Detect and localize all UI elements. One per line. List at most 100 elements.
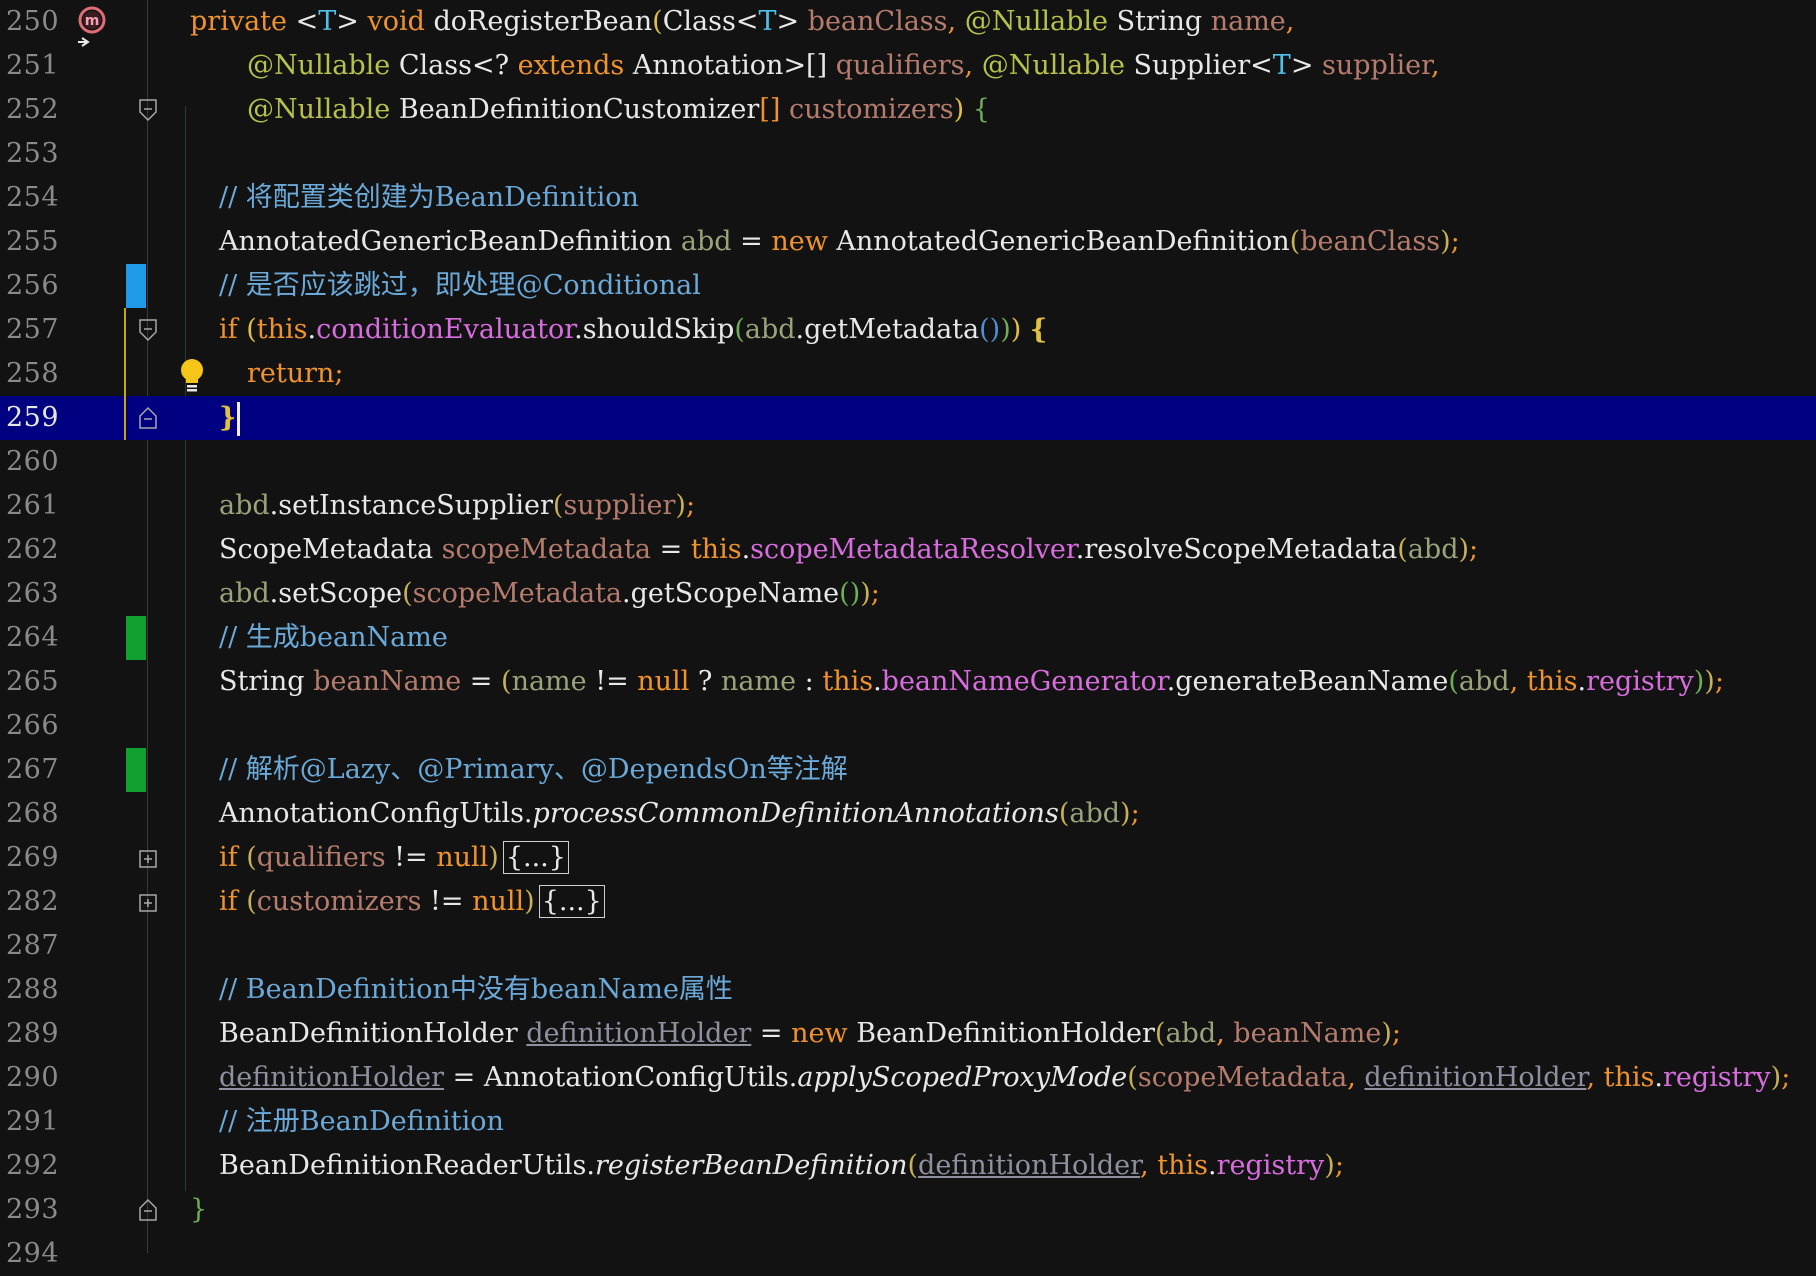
code-line[interactable]: 287 [0, 924, 1816, 968]
folded-block[interactable]: {...} [538, 885, 605, 918]
token: < [1250, 50, 1273, 81]
code-line[interactable]: 267 // 解析@Lazy、@Primary、@DependsOn等注解 [0, 748, 1816, 792]
code-text[interactable]: String beanName = (name != null ? name :… [219, 660, 1724, 704]
code-text[interactable]: if (this.conditionEvaluator.shouldSkip(a… [219, 308, 1047, 352]
code-line[interactable]: 265 String beanName = (name != null ? na… [0, 660, 1816, 704]
code-line[interactable]: 268 AnnotationConfigUtils.processCommonD… [0, 792, 1816, 836]
token: ) [1704, 666, 1715, 697]
code-text[interactable]: } [190, 1188, 207, 1232]
intention-bulb-icon[interactable] [178, 358, 206, 394]
token: Supplier [1124, 50, 1251, 81]
code-text[interactable]: abd.setInstanceSupplier(supplier); [219, 484, 695, 528]
token: . [1208, 1150, 1217, 1181]
code-line[interactable]: 260 [0, 440, 1816, 484]
token: > [1290, 50, 1323, 81]
token: < [735, 6, 759, 37]
code-line[interactable]: 263 abd.setScope(scopeMetadata.getScopeN… [0, 572, 1816, 616]
code-text[interactable]: AnnotatedGenericBeanDefinition abd = new… [219, 220, 1460, 264]
code-text[interactable]: @Nullable BeanDefinitionCustomizer[] cus… [247, 88, 990, 132]
code-line[interactable]: 255 AnnotatedGenericBeanDefinition abd =… [0, 220, 1816, 264]
token: .setScope [269, 578, 403, 609]
code-text[interactable]: if (customizers != null) {...} [219, 880, 605, 924]
vcs-added-marker[interactable] [126, 616, 146, 660]
token: BeanDefinitionReaderUtils. [219, 1150, 595, 1181]
token: ( [652, 6, 663, 37]
code-line[interactable]: 291 // 注册BeanDefinition [0, 1100, 1816, 1144]
token: customizers [788, 94, 954, 125]
token: ; [1714, 666, 1724, 697]
code-line[interactable]: 290 definitionHolder = AnnotationConfigU… [0, 1056, 1816, 1100]
code-line[interactable]: 262 ScopeMetadata scopeMetadata = this.s… [0, 528, 1816, 572]
code-line[interactable]: 289 BeanDefinitionHolder definitionHolde… [0, 1012, 1816, 1056]
code-text[interactable]: // 注册BeanDefinition [219, 1100, 504, 1144]
token: ( [237, 886, 257, 917]
token: } [219, 402, 237, 433]
code-line[interactable]: 251 @Nullable Class<? extends Annotation… [0, 44, 1816, 88]
code-text[interactable]: ScopeMetadata scopeMetadata = this.scope… [219, 528, 1478, 572]
current-line[interactable]: 259 } [0, 396, 1816, 440]
line-number: 259 [6, 402, 60, 433]
token: != [421, 886, 473, 917]
code-text[interactable]: AnnotationConfigUtils.processCommonDefin… [219, 792, 1140, 836]
token: ) [675, 490, 686, 521]
code-editor[interactable]: 250 private <T> void doRegisterBean(Clas… [0, 0, 1816, 1269]
code-text[interactable]: BeanDefinitionReaderUtils.registerBeanDe… [219, 1144, 1344, 1188]
code-text[interactable]: // 将配置类创建为BeanDefinition [219, 176, 639, 220]
token: , [1285, 6, 1295, 37]
token: if [219, 842, 238, 873]
expand-fold-icon[interactable] [138, 848, 158, 872]
fold-end-icon[interactable] [138, 406, 158, 430]
token: String [1107, 6, 1211, 37]
vcs-modified-marker[interactable] [126, 264, 146, 308]
token: null [637, 666, 690, 697]
token: <? [471, 50, 518, 81]
token: () [839, 578, 861, 609]
token: ) [860, 578, 871, 609]
code-line[interactable]: 261 abd.setInstanceSupplier(supplier); [0, 484, 1816, 528]
code-line[interactable]: 266 [0, 704, 1816, 748]
code-text[interactable]: BeanDefinitionHolder definitionHolder = … [219, 1012, 1401, 1056]
code-text[interactable]: @Nullable Class<? extends Annotation>[] … [247, 44, 1440, 88]
code-line[interactable]: 252 @Nullable BeanDefinitionCustomizer[]… [0, 88, 1816, 132]
code-line[interactable]: 292 BeanDefinitionReaderUtils.registerBe… [0, 1144, 1816, 1188]
code-text[interactable]: if (qualifiers != null) {...} [219, 836, 569, 880]
code-line[interactable]: 264 // 生成beanName [0, 616, 1816, 660]
token: doRegisterBean [424, 6, 653, 37]
line-number: 251 [6, 50, 60, 81]
code-line[interactable]: 282 if (customizers != null) {...} [0, 880, 1816, 924]
fold-end-icon[interactable] [138, 1198, 158, 1222]
code-line[interactable]: 258 return; [0, 352, 1816, 396]
fold-icon[interactable] [138, 98, 158, 122]
line-number: 282 [6, 886, 60, 917]
code-line[interactable]: 254 // 将配置类创建为BeanDefinition [0, 176, 1816, 220]
code-text[interactable]: private <T> void doRegisterBean(Class<T>… [190, 0, 1294, 44]
vcs-added-marker[interactable] [126, 748, 146, 792]
token: @Nullable [981, 50, 1125, 81]
code-text[interactable]: definitionHolder = AnnotationConfigUtils… [219, 1056, 1790, 1100]
code-text[interactable]: return; [247, 352, 344, 396]
code-text[interactable]: // 生成beanName [219, 616, 448, 660]
code-text[interactable]: } [219, 396, 241, 440]
folded-block[interactable]: {...} [502, 841, 569, 874]
code-text[interactable]: // BeanDefinition中没有beanName属性 [219, 968, 733, 1012]
code-line[interactable]: 253 [0, 132, 1816, 176]
expand-fold-icon[interactable] [138, 892, 158, 916]
code-text[interactable]: // 解析@Lazy、@Primary、@DependsOn等注解 [219, 748, 848, 792]
code-line[interactable]: 250 private <T> void doRegisterBean(Clas… [0, 0, 1816, 44]
token: > [336, 6, 368, 37]
code-line[interactable]: 293 } [0, 1188, 1816, 1232]
code-text[interactable]: abd.setScope(scopeMetadata.getScopeName(… [219, 572, 880, 616]
code-line[interactable]: 257 if (this.conditionEvaluator.shouldSk… [0, 308, 1816, 352]
code-line[interactable]: 269 if (qualifiers != null) {...} [0, 836, 1816, 880]
token: AnnotatedGenericBeanDefinition [827, 226, 1290, 257]
code-line[interactable]: 288 // BeanDefinition中没有beanName属性 [0, 968, 1816, 1012]
code-line[interactable]: 256 // 是否应该跳过，即处理@Conditional [0, 264, 1816, 308]
method-icon[interactable]: m [74, 4, 110, 48]
code-text[interactable]: // 是否应该跳过，即处理@Conditional [219, 264, 701, 308]
token: ) [1324, 1150, 1335, 1181]
token: registry [1663, 1062, 1771, 1093]
code-line[interactable]: 294 [0, 1232, 1816, 1276]
token: ) [1693, 666, 1705, 697]
fold-icon[interactable] [138, 318, 158, 342]
token: , [1140, 1150, 1158, 1181]
